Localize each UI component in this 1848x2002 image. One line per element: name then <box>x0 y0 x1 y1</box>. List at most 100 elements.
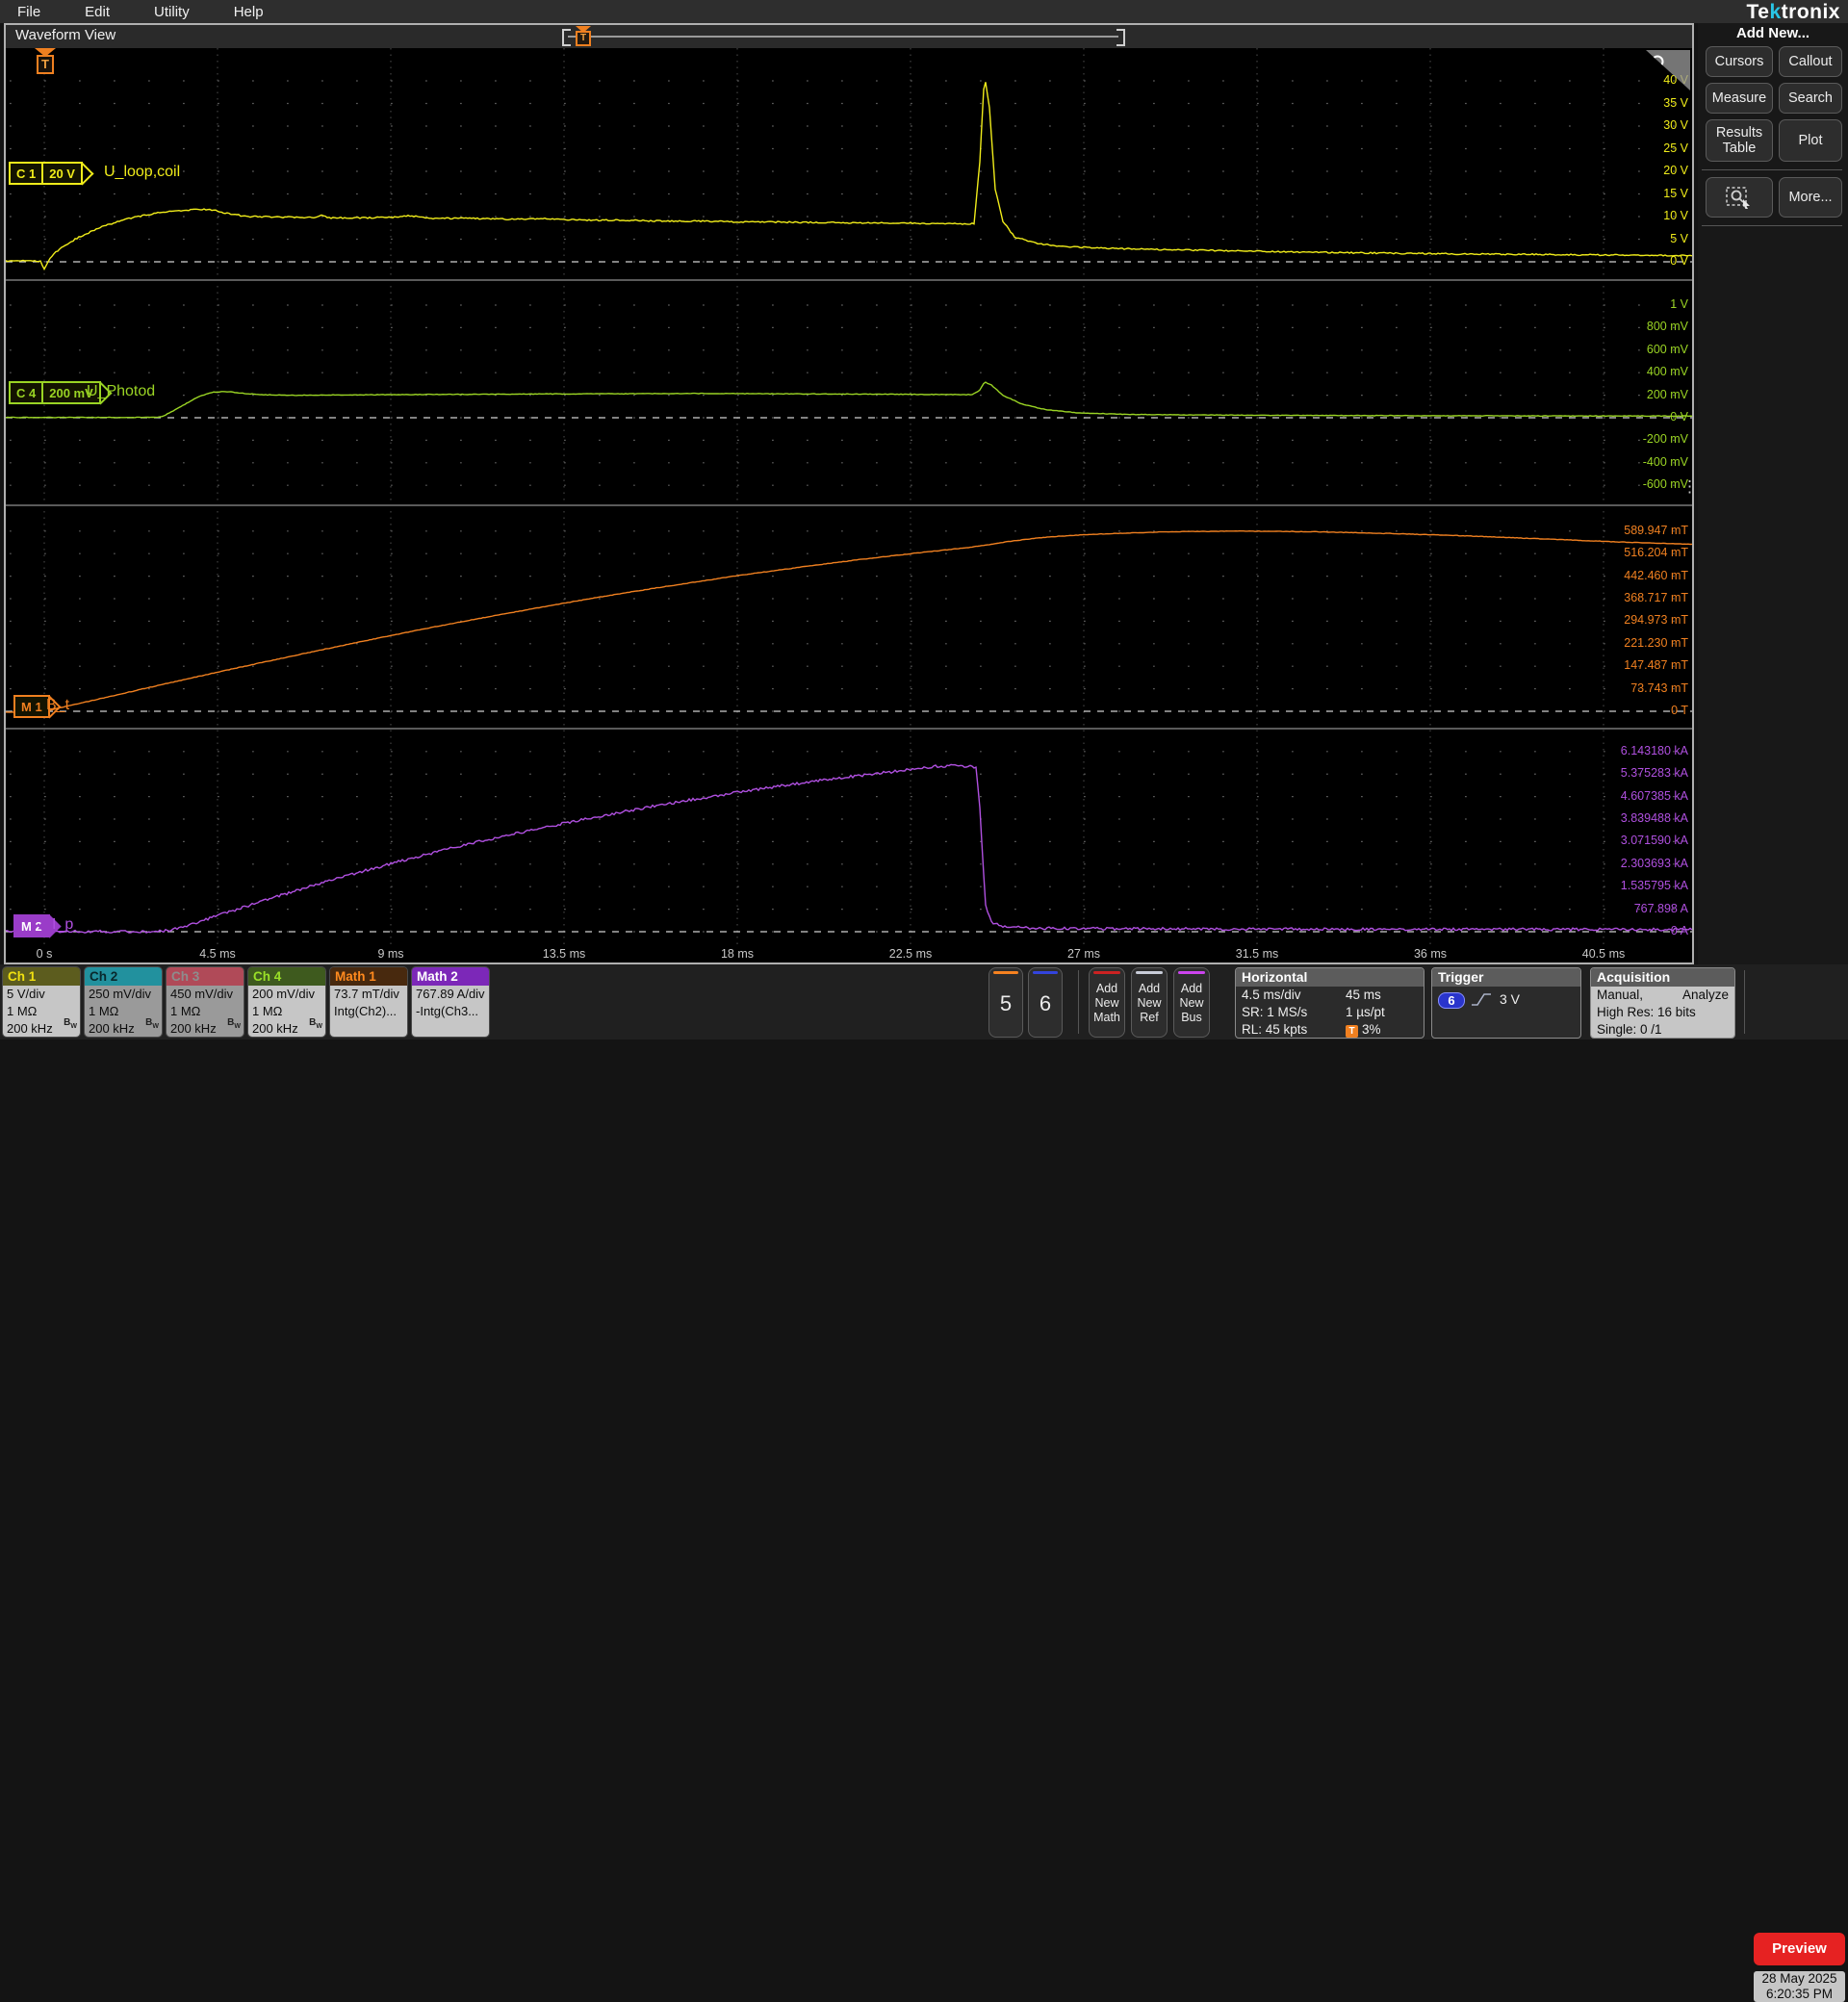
channel-card-ch1[interactable]: Ch 15 V/div 1 MΩ 200 kHz BW <box>2 966 81 1038</box>
waveform-plot-area[interactable]: T C 1 20 V U_loop,coil C 4 200 mV U_Photod… <box>6 48 1692 962</box>
sidebar-divider <box>1702 169 1842 170</box>
trigger-level: 3 V <box>1500 991 1521 1007</box>
menu-file[interactable]: File <box>17 4 40 20</box>
plot-button[interactable]: Plot <box>1779 119 1842 162</box>
axis-tick-math1: 442.460 mT <box>1624 568 1688 582</box>
menu-help[interactable]: Help <box>234 4 264 20</box>
axis-tick-math2: 3.839488 kA <box>1620 811 1688 825</box>
slice-ch1 <box>6 80 1692 271</box>
acquisition-single: Single: 0 /1 <box>1597 1022 1662 1037</box>
channel-card-ch3[interactable]: Ch 3 450 mV/div 1 MΩ 200 kHz BW <box>166 966 244 1038</box>
channel-card-title: Math 2 <box>412 967 489 986</box>
channel4-waveform-label[interactable]: U_Photod <box>87 383 155 400</box>
add-new-math-button[interactable]: Add New Math <box>1089 967 1125 1038</box>
math2-badge[interactable]: M 2 <box>13 913 62 938</box>
axis-tick-ch4: -200 mV <box>1642 432 1688 447</box>
preview-button[interactable]: Preview <box>1754 1933 1845 1965</box>
axis-tick-ch4: 800 mV <box>1646 320 1688 334</box>
channel-card-title: Ch 4 <box>248 967 325 986</box>
menu-bar: File Edit Utility Help <box>0 0 1848 23</box>
channel1-id: C 1 <box>16 166 37 181</box>
horizontal-title: Horizontal <box>1236 968 1424 987</box>
trigger-panel[interactable]: Trigger 6 3 V <box>1431 967 1581 1039</box>
axis-tick-math1: 589.947 mT <box>1624 523 1688 537</box>
channel-card-title: Math 1 <box>330 967 407 986</box>
horizontal-overview-slider[interactable]: T <box>562 26 1125 47</box>
time-text: 6:20:35 PM <box>1765 1987 1834 2001</box>
channel-card-settings: 450 mV/div 1 MΩ 200 kHz BW <box>167 986 244 1037</box>
measure-button[interactable]: Measure <box>1706 83 1773 114</box>
divider <box>1744 970 1745 1034</box>
add-new-ref-button[interactable]: Add New Ref <box>1131 967 1168 1038</box>
axis-tick-math1: 0 T <box>1671 704 1688 717</box>
tektronix-logo: Tektronix <box>1747 1 1840 24</box>
menu-edit[interactable]: Edit <box>85 4 110 20</box>
channel-card-title: Ch 1 <box>3 967 80 986</box>
axis-tick-ch1: 30 V <box>1663 118 1688 132</box>
add-new-bus-button[interactable]: Add New Bus <box>1173 967 1210 1038</box>
channel-card-ch4[interactable]: Ch 4 200 mV/div 1 MΩ 200 kHz BW <box>247 966 326 1038</box>
axis-tick-math1: 221.230 mT <box>1624 635 1688 650</box>
channel1-waveform-label[interactable]: U_loop,coil <box>104 164 180 181</box>
axis-tick-math1: 73.743 mT <box>1630 680 1688 695</box>
overview-right-bracket[interactable] <box>1116 29 1125 46</box>
overview-trigger-marker-icon[interactable]: T <box>574 26 593 47</box>
add-button-label: Add New Bus <box>1179 982 1204 1024</box>
channel-card-settings: 250 mV/div 1 MΩ 200 kHz BW <box>85 986 162 1037</box>
search-button[interactable]: Search <box>1779 83 1842 114</box>
right-sidebar: Add New... Cursors Callout Measure Searc… <box>1698 23 1848 1040</box>
axis-tick-ch1: 20 V <box>1663 164 1688 177</box>
cursors-button[interactable]: Cursors <box>1706 46 1773 77</box>
channel1-badge[interactable]: C 1 20 V <box>9 161 94 186</box>
horizontal-trigger-position: 3% <box>1362 1022 1381 1037</box>
waveform-view-title: Waveform View <box>15 27 116 43</box>
math1-waveform-label[interactable]: B_t <box>46 697 69 714</box>
axis-tick-ch4: 0 V <box>1670 410 1688 424</box>
channel-card-ch2[interactable]: Ch 2 250 mV/div 1 MΩ 200 kHz BW <box>84 966 163 1038</box>
axis-tick-math1: 368.717 mT <box>1624 591 1688 604</box>
slice-ch4 <box>6 304 1692 486</box>
acquisition-panel[interactable]: Acquisition Manual, Analyze High Res: 16 … <box>1590 967 1735 1039</box>
channel-card-math1[interactable]: Math 1 73.7 mT/div Intg(Ch2)... <box>329 966 408 1038</box>
time-axis-label: 31.5 ms <box>1235 947 1279 961</box>
logo-k: k <box>1769 1 1782 23</box>
horizontal-sample-rate: SR: 1 MS/s <box>1242 1005 1308 1019</box>
axis-tick-math1: 516.204 mT <box>1624 546 1688 560</box>
waveform-window: Waveform View T T C 1 20 V U_loop,coil C … <box>4 23 1694 964</box>
axis-tick-math1: 294.973 mT <box>1624 613 1688 628</box>
channel-setting: 450 mV/div <box>170 987 234 1001</box>
channel-card-math2[interactable]: Math 2 767.89 A/div -Intg(Ch3... <box>411 966 490 1038</box>
horizontal-scale: 4.5 ms/div <box>1242 988 1301 1002</box>
time-axis-label: 22.5 ms <box>888 947 933 961</box>
axis-tick-ch4: 1 V <box>1670 297 1688 311</box>
axis-tick-ch1: 35 V <box>1663 95 1688 110</box>
zoom-select-button[interactable] <box>1706 177 1773 218</box>
overview-track[interactable] <box>568 36 1118 38</box>
overview-left-bracket[interactable] <box>562 29 571 46</box>
scope-button-5[interactable]: 5 <box>988 967 1023 1038</box>
more-button[interactable]: More... <box>1779 177 1842 218</box>
horizontal-panel[interactable]: Horizontal 4.5 ms/div 45 ms SR: 1 MS/s 1 µ… <box>1235 967 1424 1039</box>
trigger-position-icon: T <box>1346 1025 1358 1038</box>
panel-resize-handle[interactable]: ⋮ <box>1681 478 1692 495</box>
bandwidth-icon: BW <box>227 1017 241 1030</box>
callout-button[interactable]: Callout <box>1779 46 1842 77</box>
trigger-title: Trigger <box>1432 968 1580 987</box>
waveform-canvas <box>6 48 1692 949</box>
date-text: 28 May 2025 <box>1761 1971 1837 1986</box>
results-table-button[interactable]: Results Table <box>1706 119 1773 162</box>
axis-tick-ch4: 600 mV <box>1646 342 1688 356</box>
channel-setting: 5 V/div <box>7 987 45 1001</box>
trigger-position-flag[interactable]: T <box>32 48 59 81</box>
color-stripe <box>1178 971 1205 974</box>
channel-card-settings: 200 mV/div 1 MΩ 200 kHz BW <box>248 986 325 1037</box>
acquisition-mode: Manual, <box>1597 988 1644 1002</box>
color-stripe <box>993 971 1018 974</box>
channel-card-title: Ch 2 <box>85 967 162 986</box>
scope-button-6[interactable]: 6 <box>1028 967 1063 1038</box>
menu-utility[interactable]: Utility <box>154 4 190 20</box>
math2-waveform-label[interactable]: I_p <box>52 916 73 934</box>
time-axis-label: 36 ms <box>1413 947 1448 961</box>
time-axis-label: 40.5 ms <box>1581 947 1626 961</box>
bandwidth-icon: BW <box>64 1017 77 1030</box>
